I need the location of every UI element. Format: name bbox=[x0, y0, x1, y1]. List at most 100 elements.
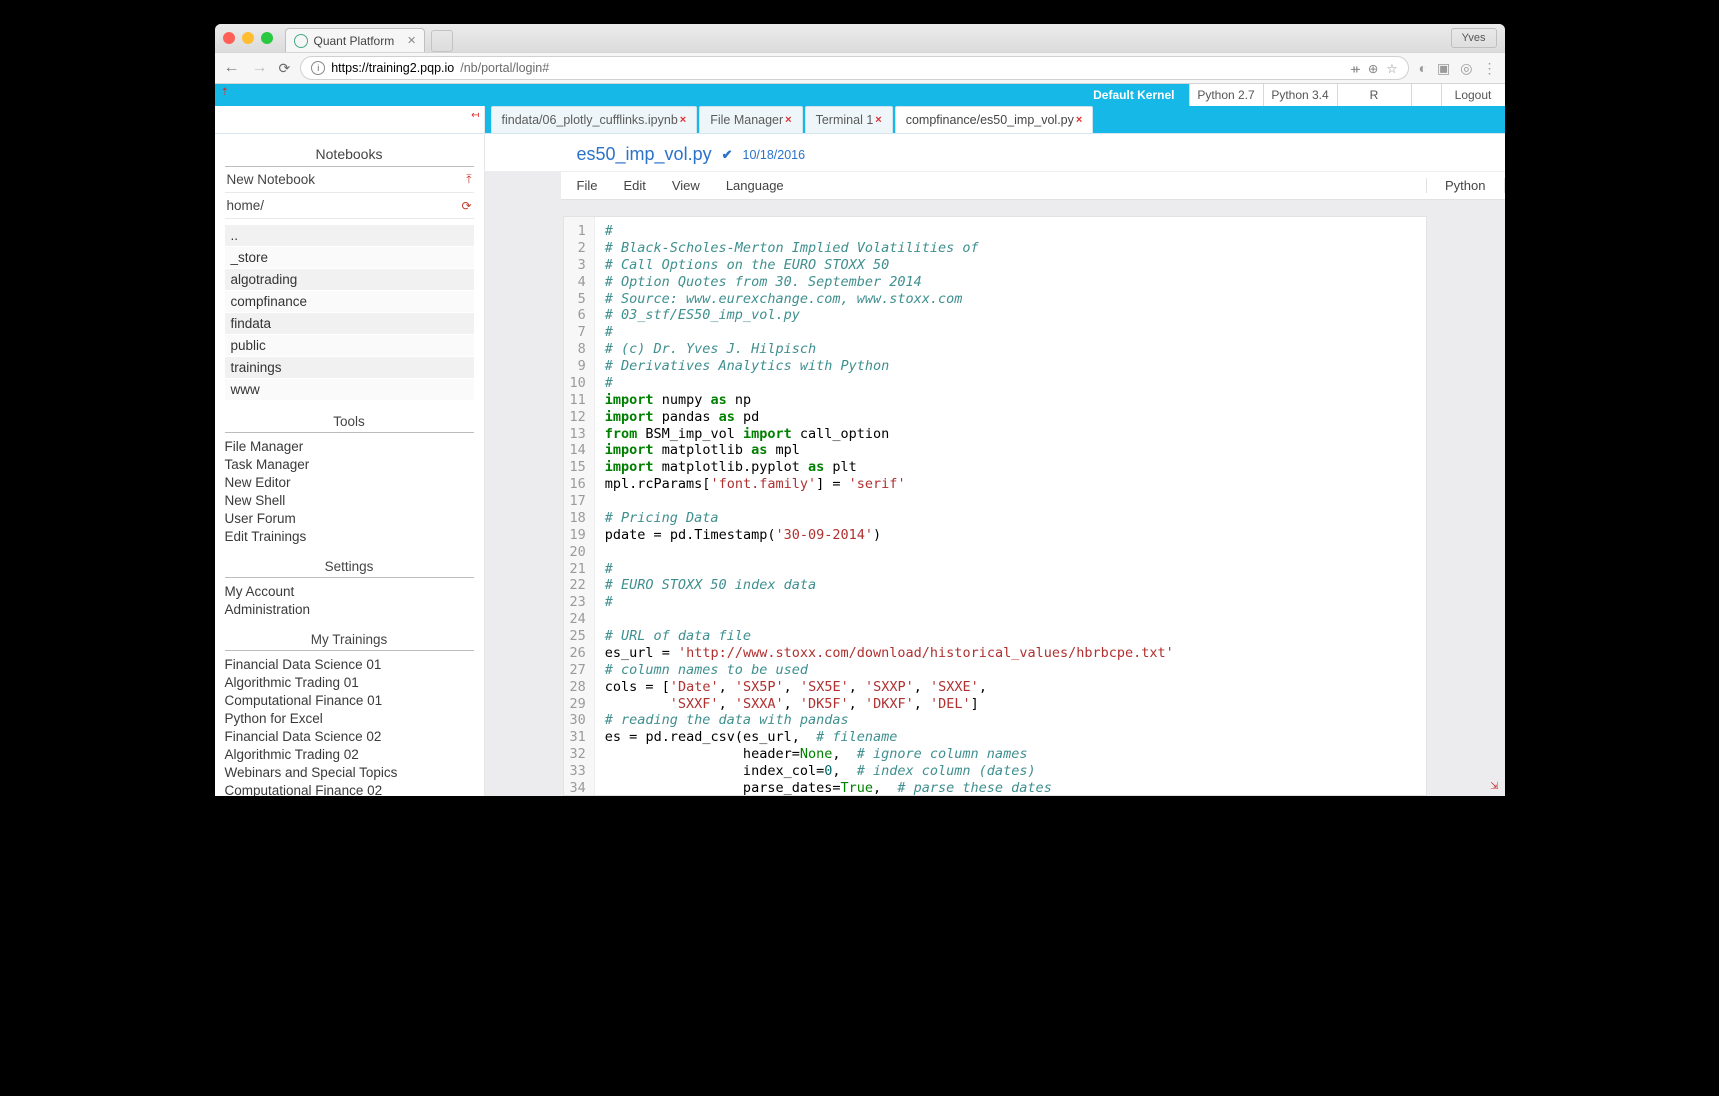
new-tab-button[interactable] bbox=[431, 30, 453, 52]
code-line[interactable]: # column names to be used bbox=[605, 662, 1174, 679]
panel-handle-icon[interactable]: ⇡ bbox=[221, 87, 229, 98]
settings-item[interactable]: My Account bbox=[225, 582, 474, 600]
folder-item[interactable]: www bbox=[225, 379, 474, 400]
minimize-window-icon[interactable] bbox=[242, 32, 254, 44]
translate-icon[interactable]: ᚑ bbox=[1351, 61, 1360, 76]
kernel-python27[interactable]: Python 2.7 bbox=[1189, 84, 1263, 106]
code-line[interactable]: import matplotlib as mpl bbox=[605, 442, 1174, 459]
code-line[interactable]: # bbox=[605, 375, 1174, 392]
menu-file[interactable]: File bbox=[577, 178, 598, 193]
code-line[interactable]: # EURO STOXX 50 index data bbox=[605, 577, 1174, 594]
code-line[interactable]: # Derivatives Analytics with Python bbox=[605, 358, 1174, 375]
code-line[interactable]: import pandas as pd bbox=[605, 409, 1174, 426]
menu-view[interactable]: View bbox=[672, 178, 700, 193]
tools-item[interactable]: Task Manager bbox=[225, 455, 474, 473]
folder-item[interactable]: _store bbox=[225, 247, 474, 268]
collapse-sidebar-icon[interactable]: ↤ bbox=[471, 110, 479, 121]
menu-edit[interactable]: Edit bbox=[623, 178, 645, 193]
code-line[interactable]: # Pricing Data bbox=[605, 510, 1174, 527]
training-item[interactable]: Algorithmic Trading 01 bbox=[225, 673, 474, 691]
menu-language[interactable]: Language bbox=[726, 178, 784, 193]
profile-chip[interactable]: Yves bbox=[1451, 28, 1497, 48]
forward-icon[interactable]: → bbox=[251, 59, 269, 77]
editor-tab[interactable]: Terminal 1× bbox=[805, 106, 893, 133]
code-line[interactable]: # bbox=[605, 561, 1174, 578]
code-line[interactable]: # Option Quotes from 30. September 2014 bbox=[605, 274, 1174, 291]
tools-item[interactable]: File Manager bbox=[225, 437, 474, 455]
code-line[interactable]: mpl.rcParams['font.family'] = 'serif' bbox=[605, 476, 1174, 493]
close-tab-icon[interactable]: × bbox=[785, 114, 791, 126]
code-line[interactable]: from BSM_imp_vol import call_option bbox=[605, 426, 1174, 443]
code-line[interactable]: import matplotlib.pyplot as plt bbox=[605, 459, 1174, 476]
code-line[interactable]: pdate = pd.Timestamp('30-09-2014') bbox=[605, 527, 1174, 544]
close-window-icon[interactable] bbox=[223, 32, 235, 44]
training-item[interactable]: Algorithmic Trading 02 bbox=[225, 745, 474, 763]
ext-icon-2[interactable]: ▣ bbox=[1437, 60, 1450, 77]
code-line[interactable] bbox=[605, 611, 1174, 628]
tools-item[interactable]: User Forum bbox=[225, 509, 474, 527]
ext-icon-1[interactable]: ◐ bbox=[1419, 60, 1427, 77]
folder-item[interactable]: trainings bbox=[225, 357, 474, 378]
folder-item[interactable]: findata bbox=[225, 313, 474, 334]
tools-item[interactable]: New Editor bbox=[225, 473, 474, 491]
address-bar[interactable]: i https://training2.pqp.io/nb/portal/log… bbox=[300, 56, 1408, 80]
reload-icon[interactable]: ⟳ bbox=[279, 60, 291, 77]
new-notebook-row[interactable]: New Notebook ⤒ bbox=[225, 167, 474, 193]
refresh-icon[interactable]: ⟳ bbox=[461, 199, 471, 213]
code-line[interactable]: index_col=0, # index column (dates) bbox=[605, 763, 1174, 780]
code-line[interactable]: es = pd.read_csv(es_url, # filename bbox=[605, 729, 1174, 746]
resize-handle-icon[interactable]: ⇲ bbox=[1490, 781, 1498, 792]
ext-icon-3[interactable]: ◎ bbox=[1460, 60, 1472, 77]
training-item[interactable]: Webinars and Special Topics bbox=[225, 763, 474, 781]
zoom-window-icon[interactable] bbox=[261, 32, 273, 44]
bookmark-icon[interactable]: ☆ bbox=[1386, 61, 1397, 76]
close-tab-icon[interactable]: ✕ bbox=[407, 34, 416, 47]
training-item[interactable]: Financial Data Science 02 bbox=[225, 727, 474, 745]
training-item[interactable]: Financial Data Science 01 bbox=[225, 655, 474, 673]
code-line[interactable]: # bbox=[605, 594, 1174, 611]
back-icon[interactable]: ← bbox=[223, 59, 241, 77]
code-line[interactable]: # Black-Scholes-Merton Implied Volatilit… bbox=[605, 240, 1174, 257]
code-source[interactable]: ## Black-Scholes-Merton Implied Volatili… bbox=[595, 217, 1184, 796]
kernel-r[interactable]: R bbox=[1337, 84, 1411, 106]
close-tab-icon[interactable]: × bbox=[680, 114, 686, 126]
training-item[interactable]: Computational Finance 02 bbox=[225, 781, 474, 796]
code-line[interactable]: import numpy as np bbox=[605, 392, 1174, 409]
code-line[interactable]: # URL of data file bbox=[605, 628, 1174, 645]
close-tab-icon[interactable]: × bbox=[875, 114, 881, 126]
folder-item[interactable]: .. bbox=[225, 225, 474, 246]
code-line[interactable]: # bbox=[605, 223, 1174, 240]
home-row[interactable]: home/ ⟳ bbox=[225, 193, 474, 219]
folder-item[interactable]: compfinance bbox=[225, 291, 474, 312]
tools-item[interactable]: Edit Trainings bbox=[225, 527, 474, 545]
folder-item[interactable]: public bbox=[225, 335, 474, 356]
code-line[interactable]: # (c) Dr. Yves J. Hilpisch bbox=[605, 341, 1174, 358]
file-name[interactable]: es50_imp_vol.py bbox=[577, 144, 712, 165]
code-line[interactable]: # Source: www.eurexchange.com, www.stoxx… bbox=[605, 291, 1174, 308]
kernel-python34[interactable]: Python 3.4 bbox=[1263, 84, 1337, 106]
browser-tab[interactable]: Quant Platform ✕ bbox=[285, 28, 426, 52]
zoom-icon[interactable]: ⊕ bbox=[1368, 61, 1378, 76]
editor-tab[interactable]: compfinance/es50_imp_vol.py× bbox=[895, 106, 1094, 133]
code-line[interactable]: # Call Options on the EURO STOXX 50 bbox=[605, 257, 1174, 274]
close-tab-icon[interactable]: × bbox=[1076, 114, 1082, 126]
language-indicator[interactable]: Python bbox=[1426, 178, 1504, 193]
editor-tab[interactable]: File Manager× bbox=[699, 106, 802, 133]
site-info-icon[interactable]: i bbox=[311, 61, 325, 75]
menu-icon[interactable]: ⋮ bbox=[1483, 60, 1497, 77]
code-line[interactable]: # 03_stf/ES50_imp_vol.py bbox=[605, 307, 1174, 324]
training-item[interactable]: Computational Finance 01 bbox=[225, 691, 474, 709]
code-line[interactable]: # reading the data with pandas bbox=[605, 712, 1174, 729]
code-editor[interactable]: 1234567891011121314151617181920212223242… bbox=[563, 216, 1427, 796]
training-item[interactable]: Python for Excel bbox=[225, 709, 474, 727]
code-line[interactable] bbox=[605, 544, 1174, 561]
code-line[interactable]: # bbox=[605, 324, 1174, 341]
kernel-label[interactable]: Default Kernel bbox=[1079, 84, 1188, 106]
editor-tab[interactable]: findata/06_plotly_cufflinks.ipynb× bbox=[491, 106, 698, 133]
logout-button[interactable]: Logout bbox=[1441, 84, 1505, 106]
code-line[interactable]: parse_dates=True, # parse these dates bbox=[605, 780, 1174, 796]
code-line[interactable]: es_url = 'http://www.stoxx.com/download/… bbox=[605, 645, 1174, 662]
settings-item[interactable]: Administration bbox=[225, 600, 474, 618]
code-line[interactable] bbox=[605, 493, 1174, 510]
code-line[interactable]: 'SXXF', 'SXXA', 'DK5F', 'DKXF', 'DEL'] bbox=[605, 696, 1174, 713]
